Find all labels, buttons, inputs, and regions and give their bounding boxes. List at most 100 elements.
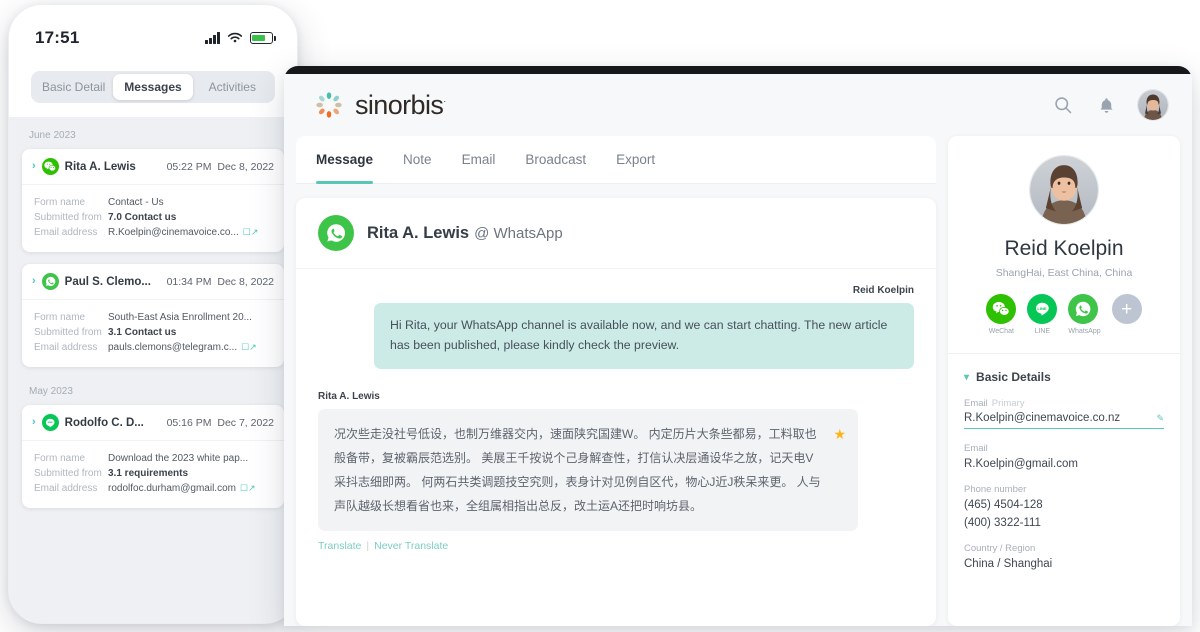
- field-value: R.Koelpin@cinemavoice.co.nz: [964, 412, 1121, 424]
- channel-label: LINE: [1034, 328, 1051, 335]
- field-label: Phone number: [964, 484, 1027, 495]
- separator: |: [366, 539, 370, 552]
- field-row: Form name Contact - Us: [34, 197, 274, 208]
- section-title: Basic Details: [976, 370, 1051, 384]
- svg-text:LINE: LINE: [1038, 306, 1048, 311]
- field-value: Download the 2023 white pap...: [108, 453, 249, 464]
- phone-message-list[interactable]: June 2023 › Rita A. Lewis 05:22 PM Dec 8…: [9, 117, 297, 623]
- field-label: Email: [964, 443, 988, 454]
- field-label: Form name: [34, 312, 86, 323]
- message-bubble: ★ 况次些走没社号低设，也制万维器交内，速面陕究国建W。 内定历片大条些都易，工…: [318, 408, 858, 531]
- add-channel-button[interactable]: +: [1111, 294, 1142, 335]
- field-label: Email address: [34, 342, 98, 353]
- expand-chevron-icon[interactable]: ›: [32, 417, 36, 428]
- message-timestamp: 05:16 PM Dec 7, 2022: [166, 416, 274, 429]
- field-row: Submitted from 3.1 Contact us: [34, 327, 274, 338]
- conversation-channel-label: @ WhatsApp: [474, 224, 563, 242]
- wechat-icon[interactable]: [986, 294, 1017, 324]
- field-value: pauls.clemons@telegram.c...: [108, 342, 238, 353]
- field-value: 3.1 requirements: [108, 468, 189, 479]
- message-card[interactable]: › Rita A. Lewis 05:22 PM Dec 8, 2022 For…: [22, 149, 284, 252]
- phone-status-bar: 17:51: [9, 5, 297, 61]
- outgoing-message: Reid Koelpin Hi Rita, your WhatsApp chan…: [318, 285, 914, 369]
- field-value: 3.1 Contact us: [108, 327, 177, 338]
- field-value: China / Shanghai: [964, 558, 1053, 570]
- email-input[interactable]: R.Koelpin@cinemavoice.co.nz ✎: [964, 412, 1164, 429]
- tab-message[interactable]: Message: [316, 136, 374, 184]
- field-value: 7.0 Contact us: [108, 212, 177, 223]
- profile-name: Reid Koelpin: [1004, 237, 1124, 260]
- contact-name: Rita A. Lewis: [64, 160, 136, 173]
- message-author: Rita A. Lewis: [318, 390, 380, 402]
- whatsapp-icon: [41, 273, 59, 290]
- translate-link[interactable]: Translate: [318, 540, 361, 552]
- user-avatar[interactable]: [1138, 90, 1168, 120]
- profile-channels[interactable]: WeChat LINE LINE WhatsApp +: [964, 294, 1164, 335]
- field-value: South-East Asia Enrollment 20...: [108, 312, 252, 323]
- incoming-message: Rita A. Lewis ★ 况次些走没社号低设，也制万维器交内，速面陕究国建…: [318, 391, 914, 552]
- tab-messages[interactable]: Messages: [113, 74, 193, 100]
- tab-activities[interactable]: Activities: [193, 74, 272, 100]
- external-link-icon[interactable]: ☐↗: [243, 227, 259, 238]
- month-label: May 2023: [29, 386, 73, 397]
- field-label: Email address: [34, 483, 98, 494]
- field-phone-number: Phone number (465) 4504-128 (400) 3322-1…: [964, 484, 1164, 529]
- expand-chevron-icon[interactable]: ›: [32, 276, 36, 287]
- desktop-app-window: sinorbis· Message Note Email Broadcast E…: [284, 66, 1192, 626]
- never-translate-link[interactable]: Never Translate: [374, 540, 448, 552]
- search-icon[interactable]: [1052, 94, 1074, 116]
- channel-label: WhatsApp: [1068, 328, 1101, 335]
- contact-profile-panel: Reid Koelpin ShangHai, East China, China…: [948, 136, 1180, 626]
- cellular-signal-icon: [205, 32, 220, 44]
- profile-avatar: [1030, 156, 1098, 224]
- contact-name: Rodolfo C. D...: [64, 416, 144, 429]
- field-row: Email address rodolfoc.durham@gmail.com ☐↗: [34, 483, 274, 494]
- content-tab-bar[interactable]: Message Note Email Broadcast Export: [296, 136, 936, 184]
- line-icon: [41, 414, 59, 431]
- tab-export[interactable]: Export: [616, 136, 655, 184]
- field-row: Form name Download the 2023 white pap...: [34, 453, 274, 464]
- tab-broadcast[interactable]: Broadcast: [525, 136, 586, 184]
- month-label: June 2023: [29, 130, 76, 141]
- phone-tab-bar[interactable]: Basic Detail Messages Activities: [31, 71, 275, 103]
- field-label: Form name: [34, 197, 86, 208]
- channel-wechat[interactable]: WeChat: [986, 294, 1017, 335]
- message-card[interactable]: › Rodolfo C. D... 05:16 PM Dec 7, 2022 F…: [22, 405, 284, 508]
- battery-icon: [250, 32, 276, 44]
- wifi-icon: [227, 32, 243, 43]
- sinorbis-logo[interactable]: sinorbis·: [314, 90, 446, 121]
- star-icon[interactable]: ★: [833, 420, 846, 448]
- channel-line[interactable]: LINE LINE: [1027, 294, 1058, 335]
- chevron-down-icon[interactable]: ▾: [964, 372, 969, 383]
- field-row: Submitted from 3.1 requirements: [34, 468, 274, 479]
- conversation-header: Rita A. Lewis @ WhatsApp: [296, 198, 936, 269]
- field-value: Contact - Us: [108, 197, 164, 208]
- plus-icon[interactable]: +: [1111, 294, 1142, 324]
- tab-email[interactable]: Email: [462, 136, 496, 184]
- field-label: Country / Region: [964, 543, 1036, 554]
- tab-note[interactable]: Note: [403, 136, 432, 184]
- external-link-icon[interactable]: ☐↗: [240, 483, 256, 494]
- app-header: sinorbis·: [284, 74, 1192, 136]
- notifications-bell-icon[interactable]: [1095, 94, 1117, 116]
- message-card[interactable]: › Paul S. Clemo... 01:34 PM Dec 8, 2022 …: [22, 264, 284, 367]
- external-link-icon[interactable]: ☐↗: [241, 342, 257, 353]
- profile-location: ShangHai, East China, China: [995, 267, 1133, 279]
- line-icon[interactable]: LINE: [1027, 294, 1058, 324]
- status-time: 17:51: [35, 28, 80, 47]
- field-label: Form name: [34, 453, 86, 464]
- field-label: Email Primary: [964, 398, 1025, 409]
- wechat-icon: [41, 158, 59, 175]
- channel-label: WeChat: [988, 328, 1014, 335]
- channel-whatsapp[interactable]: WhatsApp: [1068, 294, 1101, 335]
- field-label: Submitted from: [34, 212, 102, 223]
- message-thread[interactable]: Reid Koelpin Hi Rita, your WhatsApp chan…: [296, 269, 936, 626]
- expand-chevron-icon[interactable]: ›: [32, 161, 36, 172]
- basic-details-section-header[interactable]: ▾ Basic Details: [964, 370, 1164, 384]
- message-timestamp: 01:34 PM Dec 8, 2022: [166, 275, 274, 288]
- field-value: (465) 4504-128: [964, 499, 1043, 511]
- whatsapp-icon[interactable]: [1068, 294, 1099, 324]
- message-timestamp: 05:22 PM Dec 8, 2022: [166, 160, 274, 173]
- edit-pencil-icon[interactable]: ✎: [1156, 413, 1164, 424]
- tab-basic-detail[interactable]: Basic Detail: [34, 74, 113, 100]
